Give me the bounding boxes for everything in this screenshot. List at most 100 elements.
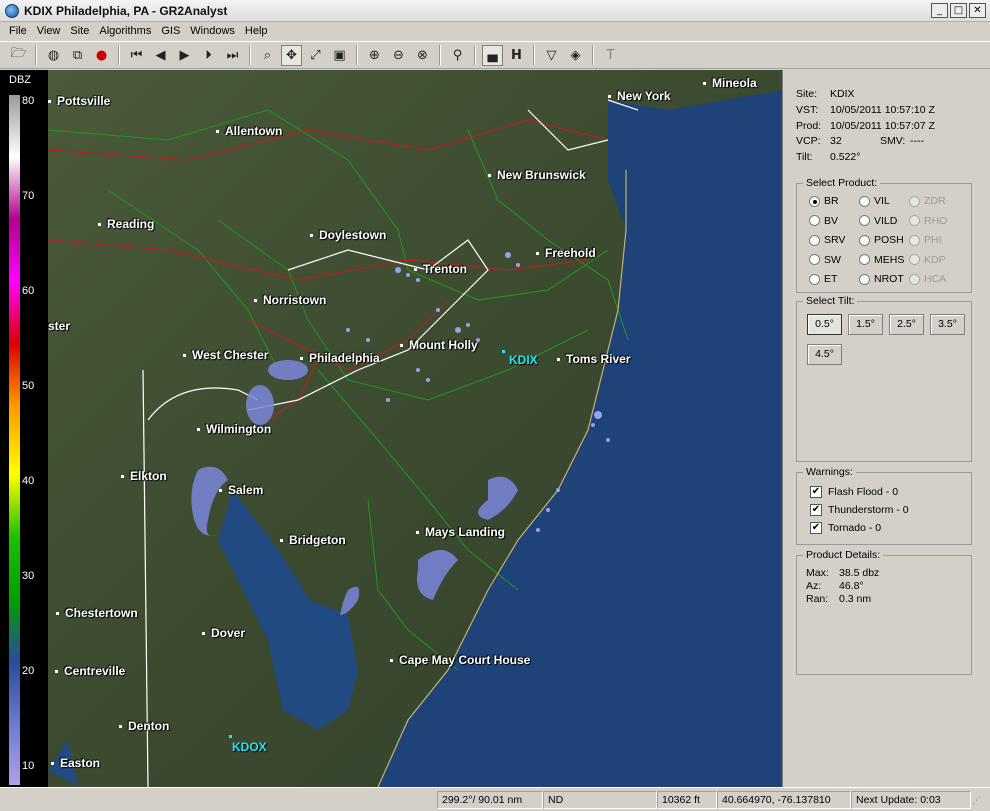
city-label: Trenton [414, 262, 467, 276]
tornado-icon[interactable]: ▽ [541, 45, 562, 66]
city-label: Salem [219, 483, 263, 497]
city-label: Bridgeton [280, 533, 346, 547]
product-radio-label: RHO [924, 214, 948, 227]
checkbox-check-icon: ✔ [810, 504, 822, 516]
prev-frame-icon[interactable]: ◀ [150, 45, 171, 66]
product-radio-nrot[interactable]: NROT [859, 273, 904, 285]
city-label: Mount Holly [400, 338, 478, 352]
prod-label: Prod: [796, 119, 822, 132]
zoom-out-icon[interactable]: ⊖ [388, 45, 409, 66]
text-icon[interactable]: T [600, 45, 621, 66]
maximize-button[interactable]: □ [950, 3, 967, 18]
product-radio-label: SW [824, 253, 841, 266]
zoom-in-icon[interactable]: ⊕ [364, 45, 385, 66]
product-radio-label: ZDR [924, 195, 946, 207]
tilt-button-4-5[interactable]: 4.5° [807, 344, 842, 365]
radio-circle [909, 234, 920, 246]
tilt-button-3-5[interactable]: 3.5° [930, 314, 965, 335]
product-radio-vild[interactable]: VILD [859, 215, 897, 227]
product-radio-br[interactable]: BR [809, 195, 839, 207]
first-frame-icon[interactable]: ⏮ [126, 45, 147, 66]
open-icon[interactable]: 🗁 [8, 45, 29, 66]
menu-file[interactable]: File [4, 22, 32, 41]
status-bar: 299.2°/ 90.01 nm ND 10362 ft 40.664970, … [0, 787, 990, 811]
city-label: Pottsville [48, 94, 110, 108]
tilt-value: 0.522° [830, 151, 861, 164]
probe-icon[interactable]: ⚲ [447, 45, 468, 66]
detail-az: Az: 46.8° [806, 580, 864, 592]
play-icon[interactable]: ▶ [174, 45, 195, 66]
scale-tick: 30 [22, 570, 35, 582]
radar-map[interactable]: Pottsville Allentown New York Mineola Ne… [48, 70, 782, 787]
scale-tick: 50 [22, 380, 35, 392]
tilt-button-0-5[interactable]: 0.5° [807, 314, 842, 335]
resize-grip-icon[interactable]: ⋰ [972, 796, 986, 810]
city-label: Mays Landing [416, 525, 505, 539]
globe-icon[interactable]: ◍ [43, 45, 64, 66]
radio-circle [909, 273, 920, 285]
tornado-checkbox[interactable]: ✔ Tornado - 0 [810, 522, 881, 534]
product-radio-label: HCA [924, 273, 947, 285]
flash-flood-checkbox[interactable]: ✔ Flash Flood - 0 [810, 486, 898, 498]
product-radio-label: VIL [874, 195, 890, 207]
record-icon[interactable]: ● [91, 45, 112, 66]
title-bar: KDIX Philadelphia, PA - GR2Analyst _ □ ✕ [0, 0, 990, 22]
product-radio-label: VILD [874, 214, 898, 227]
status-bearing: 299.2°/ 90.01 nm [437, 791, 543, 809]
product-radio-srv[interactable]: SRV [809, 234, 845, 246]
storm-icon[interactable]: ▄ [482, 44, 503, 66]
menu-algorithms[interactable]: Algorithms [94, 22, 156, 41]
detail-ran: Ran: 0.3 nm [806, 593, 872, 605]
pan-icon[interactable]: ✥ [281, 44, 302, 66]
zoom-reset-icon[interactable]: ⊗ [412, 45, 433, 66]
checkbox-check-icon: ✔ [810, 522, 822, 534]
scale-tick: 60 [22, 285, 35, 297]
toolbar-separator [249, 45, 251, 65]
product-radio-label: PHI [924, 234, 942, 246]
tilt-button-1-5[interactable]: 1.5° [848, 314, 883, 335]
radar-site-label[interactable]: KDOX [232, 740, 267, 754]
zoom-icon[interactable]: ⌕ [257, 45, 278, 66]
last-frame-icon[interactable]: ⏭ [222, 45, 243, 66]
minimize-button[interactable]: _ [931, 3, 948, 18]
control-panel: Site: KDIX VST: 10/05/2011 10:57:10 Z Prod… [782, 70, 990, 787]
radio-circle [859, 234, 870, 246]
next-frame-icon[interactable]: ⏵ [198, 45, 219, 66]
radio-circle [859, 254, 870, 265]
product-radio-kdp: KDP [909, 254, 946, 266]
product-radio-mehs[interactable]: MEHS [859, 254, 904, 266]
tilt-button-2-5[interactable]: 2.5° [889, 314, 924, 335]
select-tilt-group: Select Tilt: 0.5° 1.5° 2.5° 3.5° 4.5° [796, 295, 972, 462]
smv-label: SMV: [880, 135, 906, 148]
product-radio-zdr: ZDR [909, 195, 946, 207]
product-radio-et[interactable]: ET [809, 273, 837, 285]
scale-unit: DBZ [9, 74, 31, 86]
measure-icon[interactable]: ⤢ [305, 45, 326, 66]
radar-site-marker [229, 735, 232, 738]
city-label: Toms River [557, 352, 630, 366]
menu-site[interactable]: Site [65, 22, 94, 41]
h-icon[interactable]: H [506, 45, 527, 66]
product-radio-posh[interactable]: POSH [859, 234, 904, 246]
menu-gis[interactable]: GIS [156, 22, 185, 41]
city-label: Easton [51, 756, 100, 770]
product-radio-sw[interactable]: SW [809, 254, 841, 266]
product-radio-bv[interactable]: BV [809, 215, 838, 227]
city-label: Centreville [55, 664, 125, 678]
radar-site-marker [502, 350, 505, 353]
toolbar-separator [356, 45, 358, 65]
menu-windows[interactable]: Windows [185, 22, 240, 41]
warnings-title: Warnings: [803, 466, 856, 478]
diamond-icon[interactable]: ◈ [565, 45, 586, 66]
radar-site-label[interactable]: KDIX [509, 353, 538, 367]
toolbar-separator [533, 45, 535, 65]
menu-help[interactable]: Help [240, 22, 273, 41]
scale-tick: 40 [22, 475, 35, 487]
layers-icon[interactable]: ▣ [329, 45, 350, 66]
close-button[interactable]: ✕ [969, 3, 986, 18]
menu-view[interactable]: View [32, 22, 66, 41]
copy-icon[interactable]: ⧉ [67, 45, 88, 66]
thunderstorm-checkbox[interactable]: ✔ Thunderstorm - 0 [810, 504, 909, 516]
site-label: Site: [796, 88, 818, 100]
product-radio-vil[interactable]: VIL [859, 195, 890, 207]
